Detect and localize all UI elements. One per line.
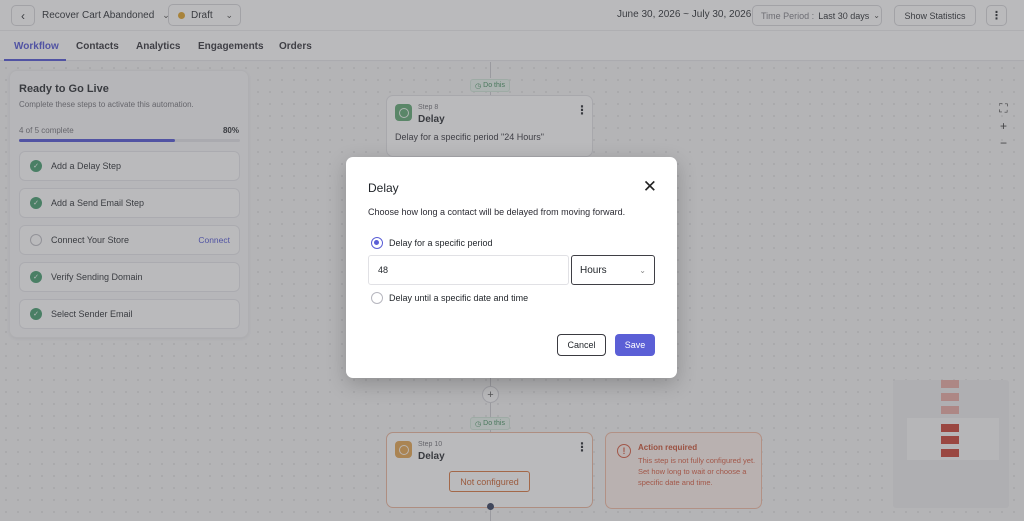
radio-delay-until[interactable]: [371, 292, 383, 304]
modal-title: Delay: [368, 181, 399, 195]
save-button[interactable]: Save: [615, 334, 655, 356]
cancel-button[interactable]: Cancel: [557, 334, 606, 356]
chevron-down-icon: ⌄: [639, 265, 646, 275]
close-icon[interactable]: ✕: [643, 178, 657, 195]
delay-unit-select[interactable]: Hours ⌄: [571, 255, 655, 285]
delay-modal: Delay ✕ Choose how long a contact will b…: [346, 157, 677, 378]
radio-delay-period-label[interactable]: Delay for a specific period: [389, 238, 493, 248]
radio-delay-period[interactable]: [371, 237, 383, 249]
radio-delay-until-label[interactable]: Delay until a specific date and time: [389, 293, 528, 303]
modal-subtitle: Choose how long a contact will be delaye…: [368, 207, 626, 217]
delay-amount-input[interactable]: 48: [368, 255, 569, 285]
delay-unit-value: Hours: [580, 264, 607, 276]
